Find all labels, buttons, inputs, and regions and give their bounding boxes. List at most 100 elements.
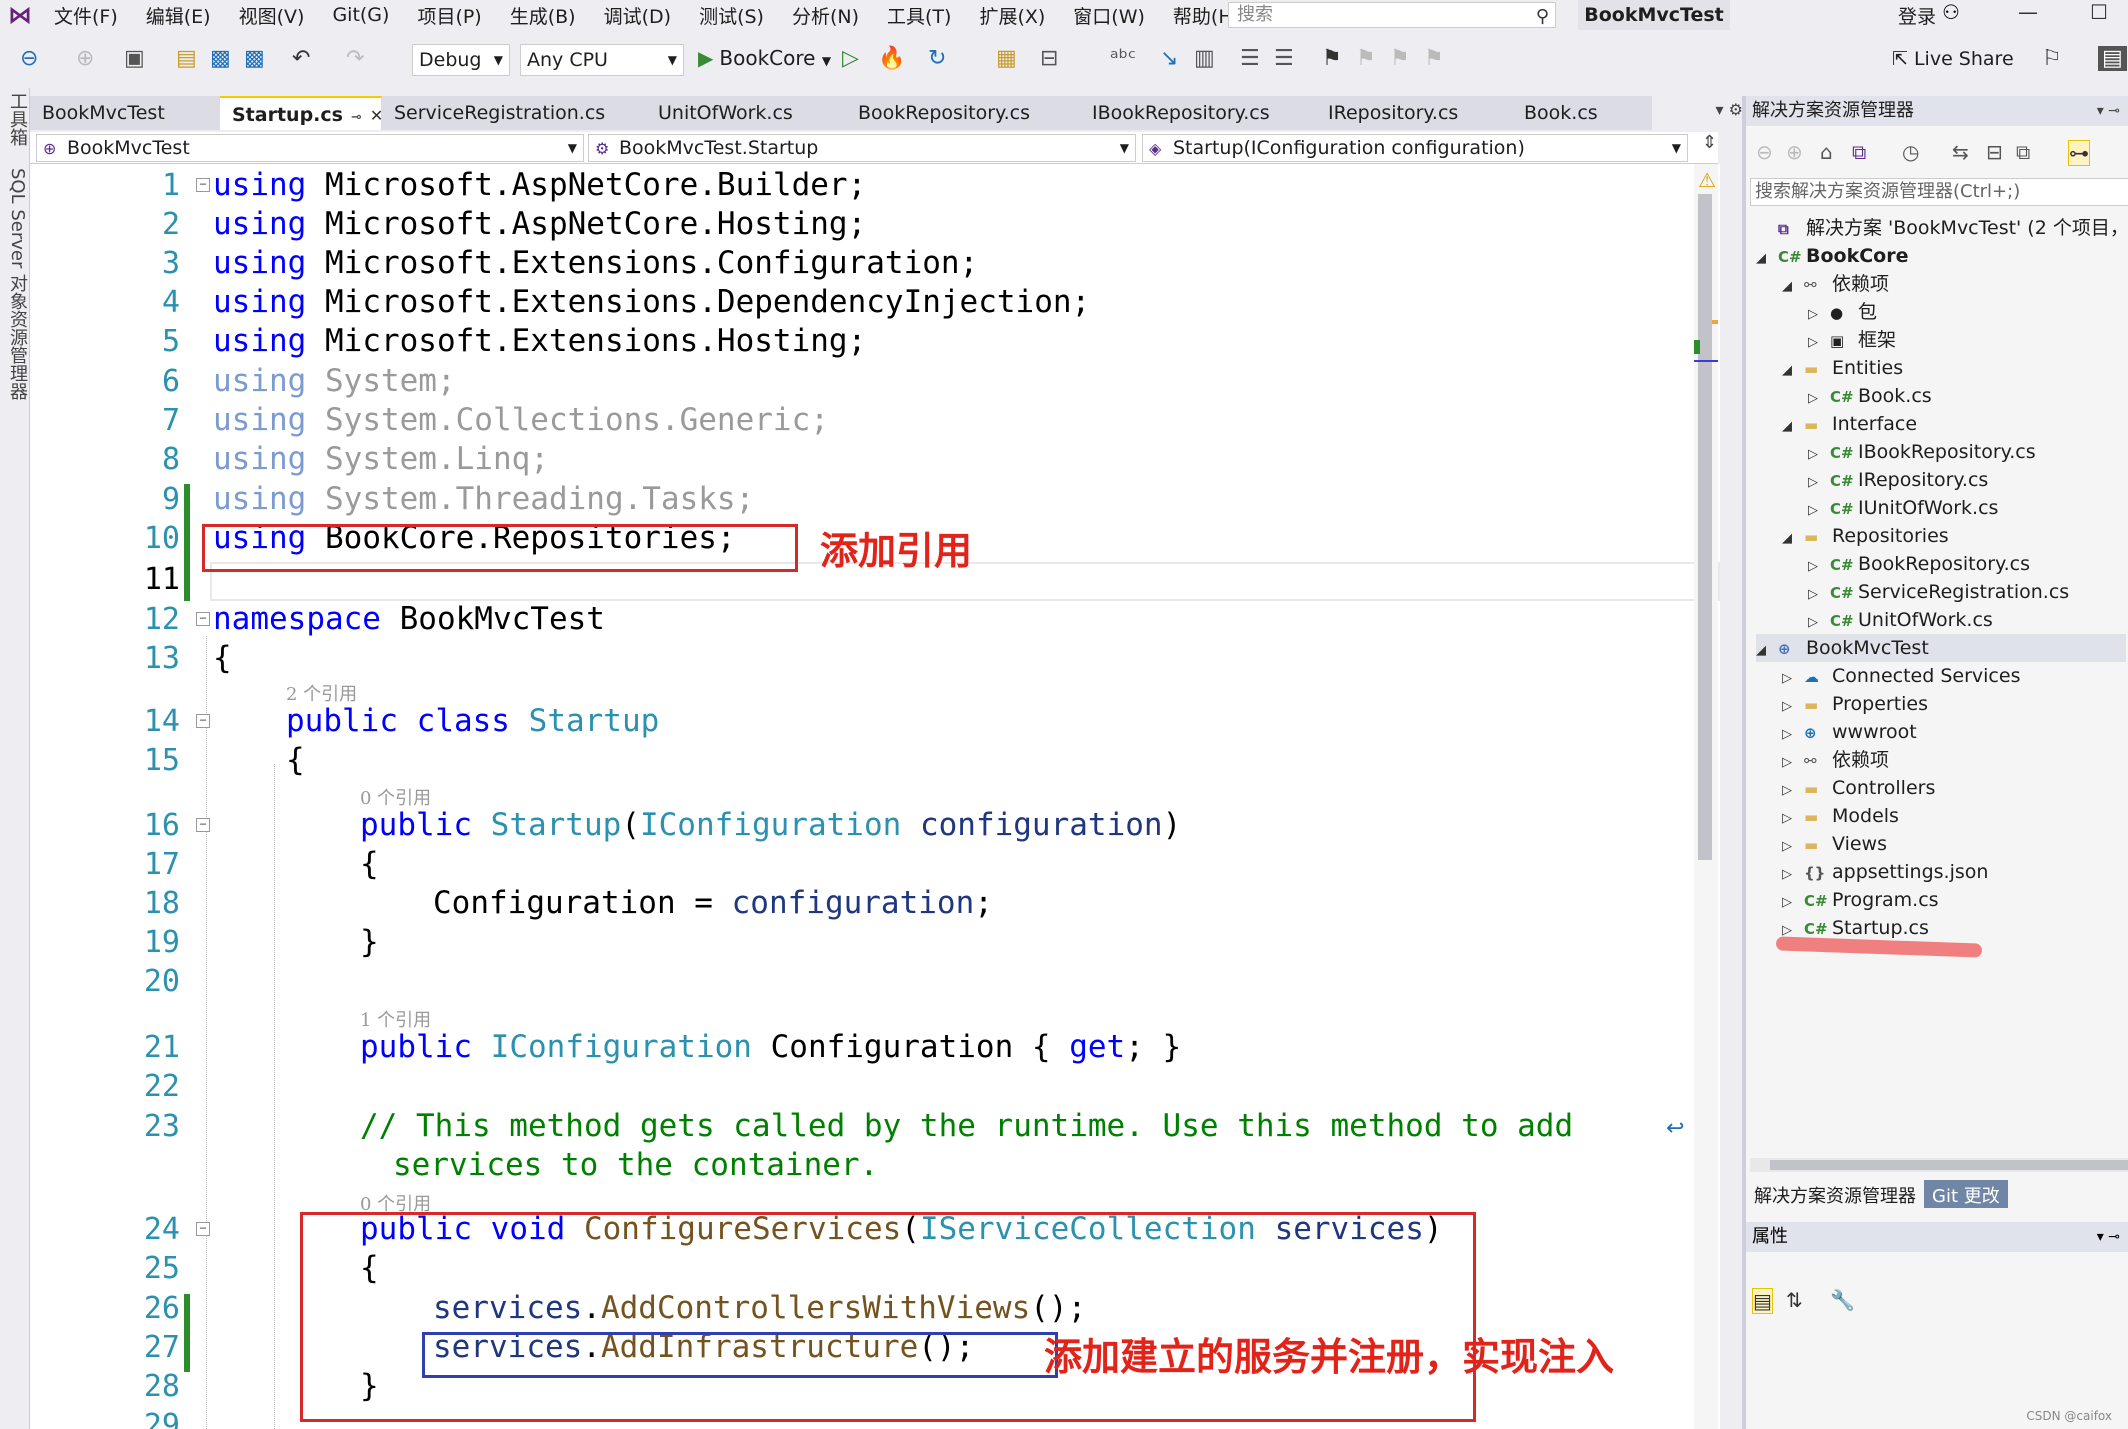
pin-icon[interactable]: ⊸	[351, 110, 362, 125]
tree-folder-entities[interactable]: ◢ ▬ Entities	[1782, 354, 1903, 382]
tree-frameworks[interactable]: ▷ ▣ 框架	[1808, 326, 1896, 354]
back-icon[interactable]: ⊖	[1756, 140, 1773, 164]
expanded-icon[interactable]: ◢	[1782, 525, 1804, 553]
menu-view[interactable]: 视图(V)	[225, 2, 319, 29]
pin-icon[interactable]: ▾ ⊸	[2097, 1222, 2120, 1252]
indent-icon[interactable]: ☰	[1240, 46, 1260, 71]
collapsed-icon[interactable]: ▷	[1782, 861, 1804, 889]
pending-changes-icon[interactable]: ◷	[1902, 140, 1919, 164]
sign-in-link[interactable]: 登录	[1898, 2, 1936, 29]
collapsed-icon[interactable]: ▷	[1782, 889, 1804, 917]
menu-test[interactable]: 测试(S)	[685, 2, 778, 29]
tab-startup-cs[interactable]: Startup.cs ⊸ ✕	[220, 96, 383, 130]
tab-bookmvctest[interactable]: BookMvcTest	[30, 96, 220, 130]
open-file-icon[interactable]: ▤	[176, 46, 197, 71]
collapsed-icon[interactable]: ▷	[1808, 581, 1830, 609]
tab-unitofwork-cs[interactable]: UnitOfWork.cs	[646, 96, 846, 130]
save-all-icon[interactable]: ▩	[244, 46, 265, 71]
collapse-icon[interactable]: −	[196, 714, 210, 728]
tree-solution[interactable]: ⧉ 解决方案 'BookMvcTest' (2 个项目，共 2	[1756, 214, 2128, 242]
tab-solution-explorer[interactable]: 解决方案资源管理器	[1746, 1180, 1924, 1208]
collapsed-icon[interactable]: ▷	[1808, 441, 1830, 469]
tree-folder-interface[interactable]: ◢ ▬ Interface	[1782, 410, 1917, 438]
menu-edit[interactable]: 编辑(E)	[132, 2, 225, 29]
collapsed-icon[interactable]: ▷	[1808, 469, 1830, 497]
menu-project[interactable]: 项目(P)	[403, 2, 495, 29]
preview-features-icon[interactable]: ▤	[2098, 46, 2127, 71]
navigate-back-icon[interactable]: ⊖	[20, 46, 38, 71]
tab-irepository-cs[interactable]: IRepository.cs	[1316, 96, 1512, 130]
menu-git[interactable]: Git(G)	[318, 4, 403, 26]
layout-icon[interactable]: ⊟	[1040, 46, 1058, 71]
bookmark-icon[interactable]: ⚑	[1322, 46, 1342, 71]
minimize-icon[interactable]: —	[2018, 0, 2038, 24]
live-share-button[interactable]: ⇱ Live Share	[1892, 48, 2014, 70]
tree-file-serviceregistration-cs[interactable]: ▷ C# ServiceRegistration.cs	[1808, 578, 2069, 606]
next-bookmark-icon[interactable]: ⚑	[1390, 46, 1410, 71]
tab-git-changes[interactable]: Git 更改	[1924, 1180, 2008, 1208]
collapse-icon[interactable]: −	[196, 1222, 210, 1236]
collapsed-icon[interactable]: ▷	[1808, 609, 1830, 637]
account-icon[interactable]: ⚇	[1942, 0, 1960, 24]
sql-server-explorer-tab[interactable]: SQL Server 对象资源管理器	[4, 168, 30, 400]
preview-selected-icon[interactable]: ⊶	[2068, 140, 2090, 166]
step-into-icon[interactable]: ↘	[1160, 46, 1178, 71]
collapsed-icon[interactable]: ▷	[1808, 497, 1830, 525]
menu-window[interactable]: 窗口(W)	[1059, 2, 1159, 29]
redo-icon[interactable]: ↷	[346, 46, 364, 71]
tree-file-unitofwork-cs[interactable]: ▷ C# UnitOfWork.cs	[1808, 606, 1993, 634]
member-dropdown[interactable]: ◈ Startup(IConfiguration configuration) ▼	[1142, 134, 1688, 162]
tree-folder-wwwroot[interactable]: ▷ ⊕ wwwroot	[1782, 718, 1917, 746]
menu-extensions[interactable]: 扩展(X)	[965, 2, 1059, 29]
forward-icon[interactable]: ⊕	[1786, 140, 1803, 164]
solution-search-input[interactable]: 搜索解决方案资源管理器(Ctrl+;)	[1750, 178, 2128, 206]
expanded-icon[interactable]: ◢	[1782, 413, 1804, 441]
scrollbar-thumb[interactable]	[1698, 194, 1712, 860]
expanded-icon[interactable]: ◢	[1782, 357, 1804, 385]
navigate-forward-icon[interactable]: ⊕	[76, 46, 94, 71]
menu-analyze[interactable]: 分析(N)	[778, 2, 873, 29]
tree-dependencies-mvc[interactable]: ▷ ⚯ 依赖项	[1782, 746, 1889, 774]
tab-book-cs[interactable]: Book.cs	[1512, 96, 1652, 130]
editor-vertical-scrollbar[interactable]	[1694, 164, 1718, 1429]
split-editor-icon[interactable]: ⇕	[1702, 132, 1717, 153]
collapsed-icon[interactable]: ▷	[1782, 777, 1804, 805]
show-all-files-icon[interactable]: ⧉	[2016, 140, 2030, 164]
tree-folder-repositories[interactable]: ◢ ▬ Repositories	[1782, 522, 1949, 550]
start-debugging-button[interactable]: ▶ BookCore ▼	[698, 46, 831, 70]
save-icon[interactable]: ▩	[210, 46, 231, 71]
tree-file-irepository-cs[interactable]: ▷ C# IRepository.cs	[1808, 466, 1988, 494]
maximize-icon[interactable]: ☐	[2090, 0, 2108, 24]
menu-tools[interactable]: 工具(T)	[873, 2, 965, 29]
clear-bookmarks-icon[interactable]: ⚑	[1424, 46, 1444, 71]
pin-icon[interactable]: ▾ ⊸	[2097, 96, 2120, 126]
tree-project-bookcore[interactable]: ◢ C# BookCore	[1756, 242, 1908, 270]
refresh-icon[interactable]: ↻	[928, 46, 946, 71]
hot-reload-icon[interactable]: 🔥	[878, 46, 905, 71]
feedback-icon[interactable]: ⚐	[2042, 46, 2062, 71]
outdent-icon[interactable]: ☰	[1274, 46, 1294, 71]
scrollbar-thumb[interactable]	[1770, 1160, 2128, 1170]
menu-build[interactable]: 生成(B)	[496, 2, 590, 29]
collapsed-icon[interactable]: ▷	[1782, 833, 1804, 861]
expanded-icon[interactable]: ◢	[1782, 273, 1804, 301]
browse-folder-icon[interactable]: ▦	[996, 46, 1017, 71]
project-dropdown[interactable]: ⊕ BookMvcTest ▼	[36, 134, 584, 162]
collapsed-icon[interactable]: ▷	[1782, 693, 1804, 721]
warning-icon[interactable]: ⚠	[1698, 168, 1716, 192]
type-dropdown[interactable]: ⚙ BookMvcTest.Startup ▼	[588, 134, 1136, 162]
collapse-icon[interactable]: −	[196, 178, 210, 192]
collapsed-icon[interactable]: ▷	[1782, 665, 1804, 693]
start-without-debugging-icon[interactable]: ▷	[842, 46, 859, 71]
collapsed-icon[interactable]: ▷	[1808, 301, 1830, 329]
collapsed-icon[interactable]: ▷	[1782, 749, 1804, 777]
tab-ibookrepository-cs[interactable]: IBookRepository.cs	[1080, 96, 1316, 130]
home-icon[interactable]: ⌂	[1820, 140, 1833, 164]
property-pages-icon[interactable]: 🔧	[1830, 1288, 1855, 1312]
spell-check-icon[interactable]: ᵃᵇᶜ	[1110, 46, 1136, 71]
tab-serviceregistration-cs[interactable]: ServiceRegistration.cs	[382, 96, 646, 130]
expanded-icon[interactable]: ◢	[1756, 245, 1778, 273]
tree-file-bookrepository-cs[interactable]: ▷ C# BookRepository.cs	[1808, 550, 2030, 578]
tab-bookrepository-cs[interactable]: BookRepository.cs	[846, 96, 1080, 130]
clipboard-icon[interactable]: ▥	[1194, 46, 1215, 71]
